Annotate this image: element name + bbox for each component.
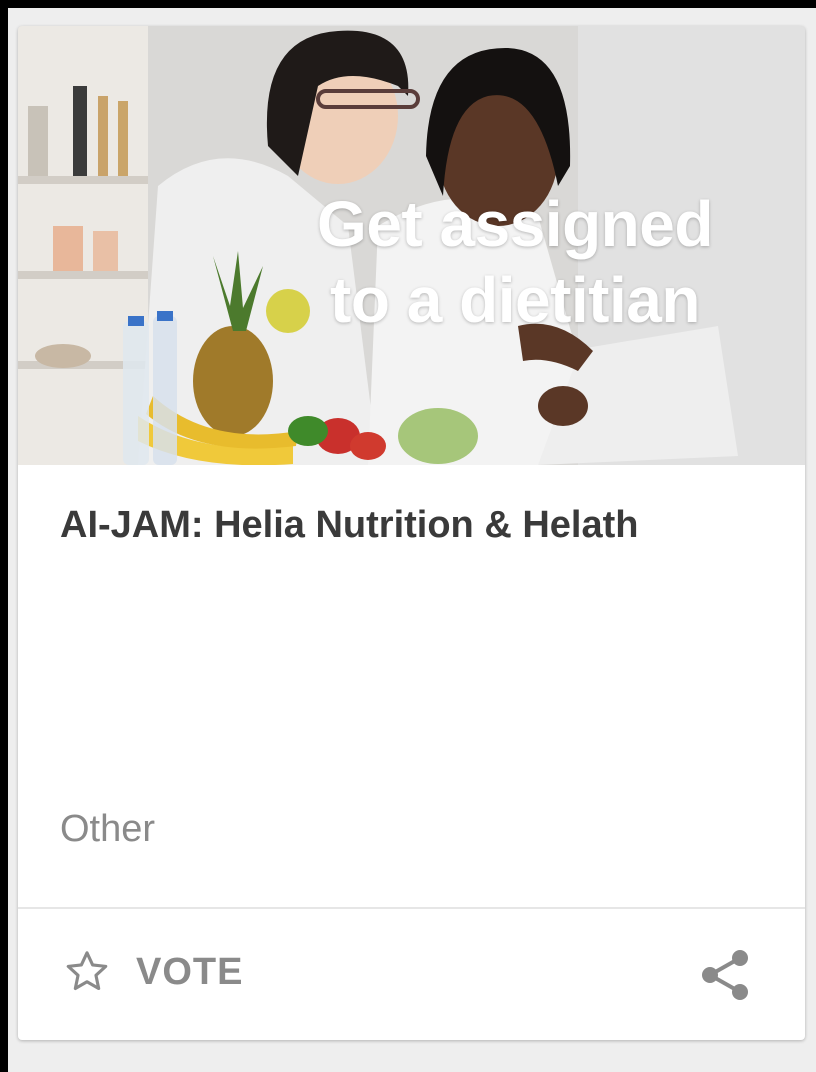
- hero-image[interactable]: Get assigned to a dietitian: [18, 26, 805, 465]
- card-divider: [18, 907, 805, 909]
- hero-caption: Get assigned to a dietitian: [280, 186, 750, 338]
- category-label: Other: [60, 808, 156, 850]
- project-card[interactable]: Get assigned to a dietitian AI-JAM: Heli…: [18, 26, 805, 1040]
- vote-label: VOTE: [136, 950, 244, 993]
- vote-button[interactable]: VOTE: [62, 944, 243, 1000]
- star-outline-icon: [66, 951, 108, 991]
- share-icon: [702, 950, 748, 1000]
- card-title[interactable]: AI-JAM: Helia Nutrition & Helath: [60, 504, 780, 547]
- share-button[interactable]: [698, 946, 754, 1002]
- hero-caption-line-1: Get assigned: [317, 188, 713, 260]
- hero-caption-line-2: to a dietitian: [330, 264, 700, 336]
